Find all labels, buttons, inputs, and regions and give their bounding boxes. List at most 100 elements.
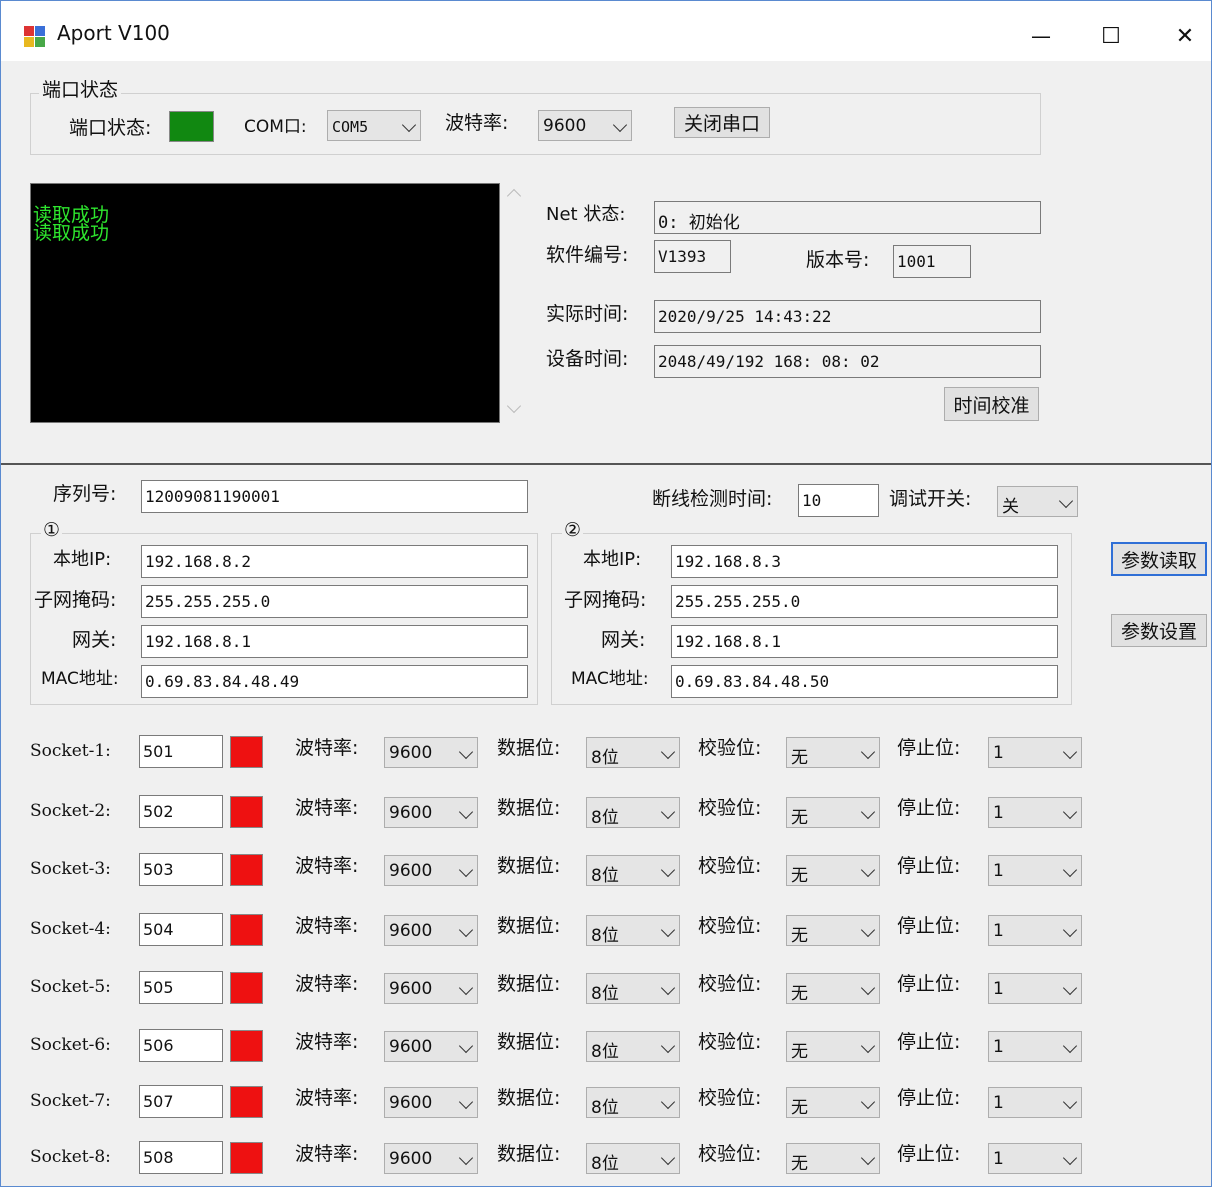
socket-baud-select[interactable]: 9600 [384, 915, 478, 946]
close-icon: ✕ [1175, 23, 1195, 49]
socket-baud-select[interactable]: 9600 [384, 1143, 478, 1174]
mac-input[interactable]: 0.69.83.84.48.50 [671, 665, 1058, 698]
chevron-down-icon [660, 744, 676, 760]
socket-port-input[interactable]: 502 [139, 795, 223, 828]
socket-stop-bits-select[interactable]: 1 [988, 855, 1082, 886]
socket-parity-select[interactable]: 无 [786, 737, 880, 768]
local-ip-input[interactable]: 192.168.8.3 [671, 545, 1058, 578]
chevron-down-icon [860, 744, 876, 760]
mac-input[interactable]: 0.69.83.84.48.49 [141, 665, 528, 698]
chevron-down-icon [1062, 1150, 1078, 1166]
socket-stop-bits-select[interactable]: 1 [988, 1087, 1082, 1118]
debug-label: 调试开关: [889, 488, 972, 510]
local-ip-label: 本地IP: [53, 549, 112, 570]
param-set-button[interactable]: 参数设置 [1111, 614, 1207, 647]
socket-baud-select[interactable]: 9600 [384, 797, 478, 828]
socket-stop-bits-label: 停止位: [897, 973, 961, 995]
chevron-down-icon [860, 1150, 876, 1166]
socket-parity-label: 校验位: [698, 737, 762, 759]
socket-label: Socket-4: [30, 919, 111, 939]
socket-data-bits-label: 数据位: [497, 737, 561, 759]
socket-status-indicator [230, 854, 263, 886]
socket-parity-select[interactable]: 无 [786, 797, 880, 828]
com-select[interactable]: COM5 [327, 110, 421, 141]
socket-stop-bits-label: 停止位: [897, 1031, 961, 1053]
scroll-down-icon[interactable] [506, 398, 522, 414]
socket-data-bits-select[interactable]: 8位 [586, 973, 680, 1004]
socket-data-bits-select[interactable]: 8位 [586, 1087, 680, 1118]
socket-stop-bits-select[interactable]: 1 [988, 1143, 1082, 1174]
app-icon [24, 26, 46, 48]
socket-parity-select[interactable]: 无 [786, 1031, 880, 1062]
socket-baud-select[interactable]: 9600 [384, 737, 478, 768]
chevron-down-icon [1062, 922, 1078, 938]
socket-parity-label: 校验位: [698, 797, 762, 819]
socket-data-bits-select[interactable]: 8位 [586, 1143, 680, 1174]
socket-status-indicator [230, 972, 263, 1004]
socket-port-input[interactable]: 508 [139, 1141, 223, 1174]
socket-port-input[interactable]: 504 [139, 913, 223, 946]
chevron-down-icon [660, 922, 676, 938]
chevron-down-icon [1062, 744, 1078, 760]
socket-parity-select[interactable]: 无 [786, 1143, 880, 1174]
socket-port-input[interactable]: 503 [139, 853, 223, 886]
chevron-down-icon [660, 1094, 676, 1110]
minimize-button[interactable]: — [1011, 13, 1071, 59]
socket-data-bits-select[interactable]: 8位 [586, 797, 680, 828]
local-ip-input[interactable]: 192.168.8.2 [141, 545, 528, 578]
serial-input[interactable]: 12009081190001 [141, 480, 528, 513]
socket-stop-bits-label: 停止位: [897, 1087, 961, 1109]
socket-data-bits-label: 数据位: [497, 1031, 561, 1053]
socket-data-bits-select[interactable]: 8位 [586, 1031, 680, 1062]
subnet-mask-input[interactable]: 255.255.255.0 [141, 585, 528, 618]
disconnect-time-label: 断线检测时间: [652, 488, 773, 510]
port-baud-select[interactable]: 9600 [538, 110, 632, 141]
close-port-button[interactable]: 关闭串口 [674, 107, 770, 138]
subnet-mask-input[interactable]: 255.255.255.0 [671, 585, 1058, 618]
gateway-input[interactable]: 192.168.8.1 [141, 625, 528, 658]
socket-parity-select[interactable]: 无 [786, 915, 880, 946]
socket-parity-select[interactable]: 无 [786, 1087, 880, 1118]
scroll-up-icon[interactable] [506, 188, 522, 204]
socket-stop-bits-select[interactable]: 1 [988, 1031, 1082, 1062]
socket-baud-select[interactable]: 9600 [384, 973, 478, 1004]
socket-data-bits-select[interactable]: 8位 [586, 855, 680, 886]
close-button[interactable]: ✕ [1155, 13, 1212, 59]
device-time-field: 2048/49/192 168: 08: 02 [654, 345, 1041, 378]
socket-data-bits-select[interactable]: 8位 [586, 737, 680, 768]
chevron-down-icon [860, 922, 876, 938]
socket-data-bits-select[interactable]: 8位 [586, 915, 680, 946]
real-time-label: 实际时间: [546, 303, 629, 325]
chevron-down-icon [1058, 493, 1074, 509]
gateway-label: 网关: [601, 629, 646, 651]
socket-baud-select[interactable]: 9600 [384, 1031, 478, 1062]
socket-label: Socket-6: [30, 1035, 111, 1055]
time-calibrate-button[interactable]: 时间校准 [944, 387, 1039, 421]
title-bar: Aport V100 — ☐ ✕ [1, 1, 1211, 61]
gateway-input[interactable]: 192.168.8.1 [671, 625, 1058, 658]
param-read-button[interactable]: 参数读取 [1111, 542, 1207, 576]
socket-port-input[interactable]: 506 [139, 1029, 223, 1062]
socket-parity-select[interactable]: 无 [786, 973, 880, 1004]
mac-label: MAC地址: [571, 669, 649, 689]
mac-label: MAC地址: [41, 669, 119, 689]
socket-port-input[interactable]: 501 [139, 735, 223, 768]
socket-port-input[interactable]: 507 [139, 1085, 223, 1118]
disconnect-time-input[interactable]: 10 [798, 484, 879, 517]
socket-parity-select[interactable]: 无 [786, 855, 880, 886]
socket-stop-bits-select[interactable]: 1 [988, 973, 1082, 1004]
socket-status-indicator [230, 796, 263, 828]
socket-baud-select[interactable]: 9600 [384, 1087, 478, 1118]
chevron-down-icon [458, 922, 474, 938]
socket-baud-select[interactable]: 9600 [384, 855, 478, 886]
socket-stop-bits-select[interactable]: 1 [988, 797, 1082, 828]
socket-port-input[interactable]: 505 [139, 971, 223, 1004]
socket-stop-bits-label: 停止位: [897, 797, 961, 819]
socket-stop-bits-select[interactable]: 1 [988, 737, 1082, 768]
socket-baud-label: 波特率: [295, 1143, 359, 1165]
socket-label: Socket-7: [30, 1091, 111, 1111]
debug-select[interactable]: 关 [997, 486, 1078, 517]
socket-baud-label: 波特率: [295, 797, 359, 819]
maximize-button[interactable]: ☐ [1081, 13, 1141, 59]
socket-stop-bits-select[interactable]: 1 [988, 915, 1082, 946]
